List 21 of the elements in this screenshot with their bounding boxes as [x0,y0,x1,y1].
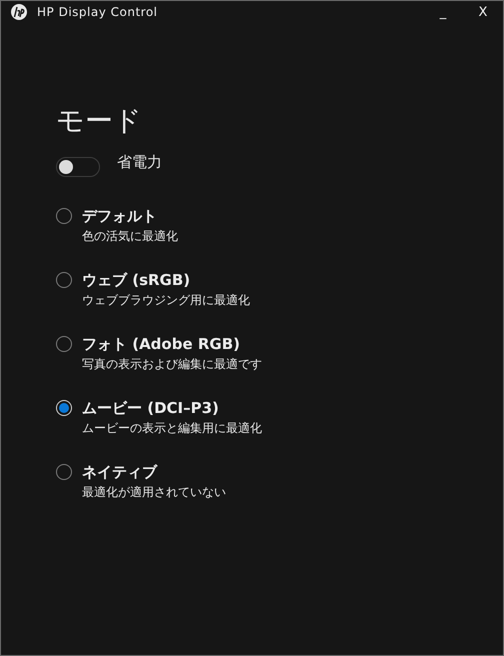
radio-button[interactable] [56,272,72,288]
mode-description: ウェブブラウジング用に最適化 [82,292,251,309]
mode-description: 最適化が適用されていない [82,484,227,501]
close-button[interactable]: X [463,1,503,23]
radio-button[interactable] [56,464,72,480]
radio-button[interactable] [56,336,72,352]
radio-button[interactable] [56,208,72,224]
toggle-switch[interactable] [56,157,100,177]
mode-title: デフォルト [82,206,157,227]
mode-description: 写真の表示および編集に最適です [82,356,263,373]
toggle-label: 省電力 [117,152,162,172]
mode-title: ネイティブ [82,462,157,483]
mode-title: フォト (Adobe RGB) [82,334,240,355]
section-heading: モード [56,103,143,139]
logo-icon [11,4,27,20]
mode-description: ムービーの表示と編集用に最適化 [82,420,263,437]
mode-title: ムービー (DCI–P3) [82,398,219,419]
window-title: HP Display Control [37,5,158,19]
mode-description: 色の活気に最適化 [82,228,179,245]
mode-title: ウェブ (sRGB) [82,270,190,291]
minimize-button[interactable]: _ [423,1,463,23]
